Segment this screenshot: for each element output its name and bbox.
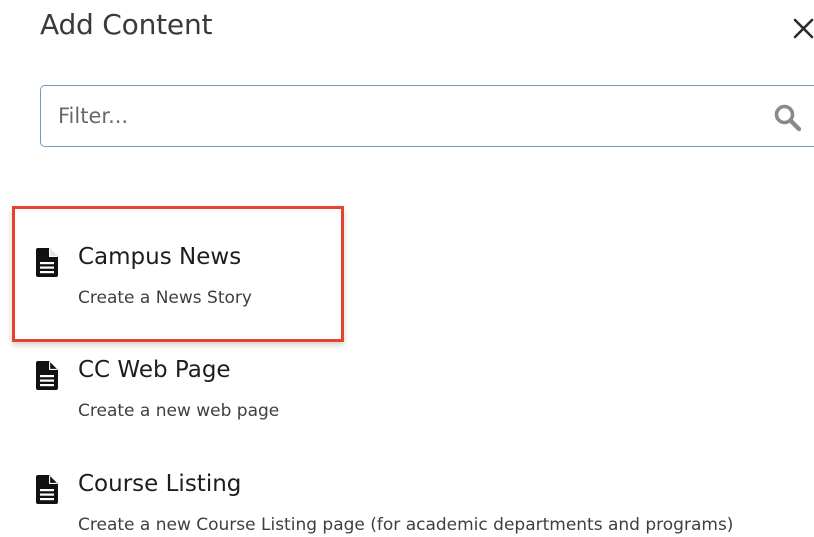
dialog-title: Add Content <box>40 8 213 41</box>
filter-input[interactable] <box>56 103 710 129</box>
content-type-item-cc-web-page[interactable]: CC Web Page Create a new web page <box>36 357 336 432</box>
item-description: Create a News Story <box>78 288 252 308</box>
close-icon <box>793 18 814 39</box>
add-content-dialog: Add Content Campus News Create a News St… <box>0 0 814 537</box>
item-name: Course Listing <box>78 471 242 497</box>
filter-field[interactable] <box>40 85 814 147</box>
item-description: Create a new Course Listing page (for ac… <box>78 515 734 535</box>
content-type-item-campus-news[interactable]: Campus News Create a News Story <box>36 244 336 319</box>
document-icon <box>36 475 58 504</box>
item-description: Create a new web page <box>78 401 280 421</box>
item-name: Campus News <box>78 244 242 270</box>
search-icon[interactable] <box>772 102 804 134</box>
document-icon <box>36 361 58 390</box>
content-type-item-course-listing[interactable]: Course Listing Create a new Course Listi… <box>36 471 806 537</box>
document-icon <box>36 248 58 277</box>
close-button[interactable] <box>790 10 814 40</box>
item-name: CC Web Page <box>78 357 231 383</box>
